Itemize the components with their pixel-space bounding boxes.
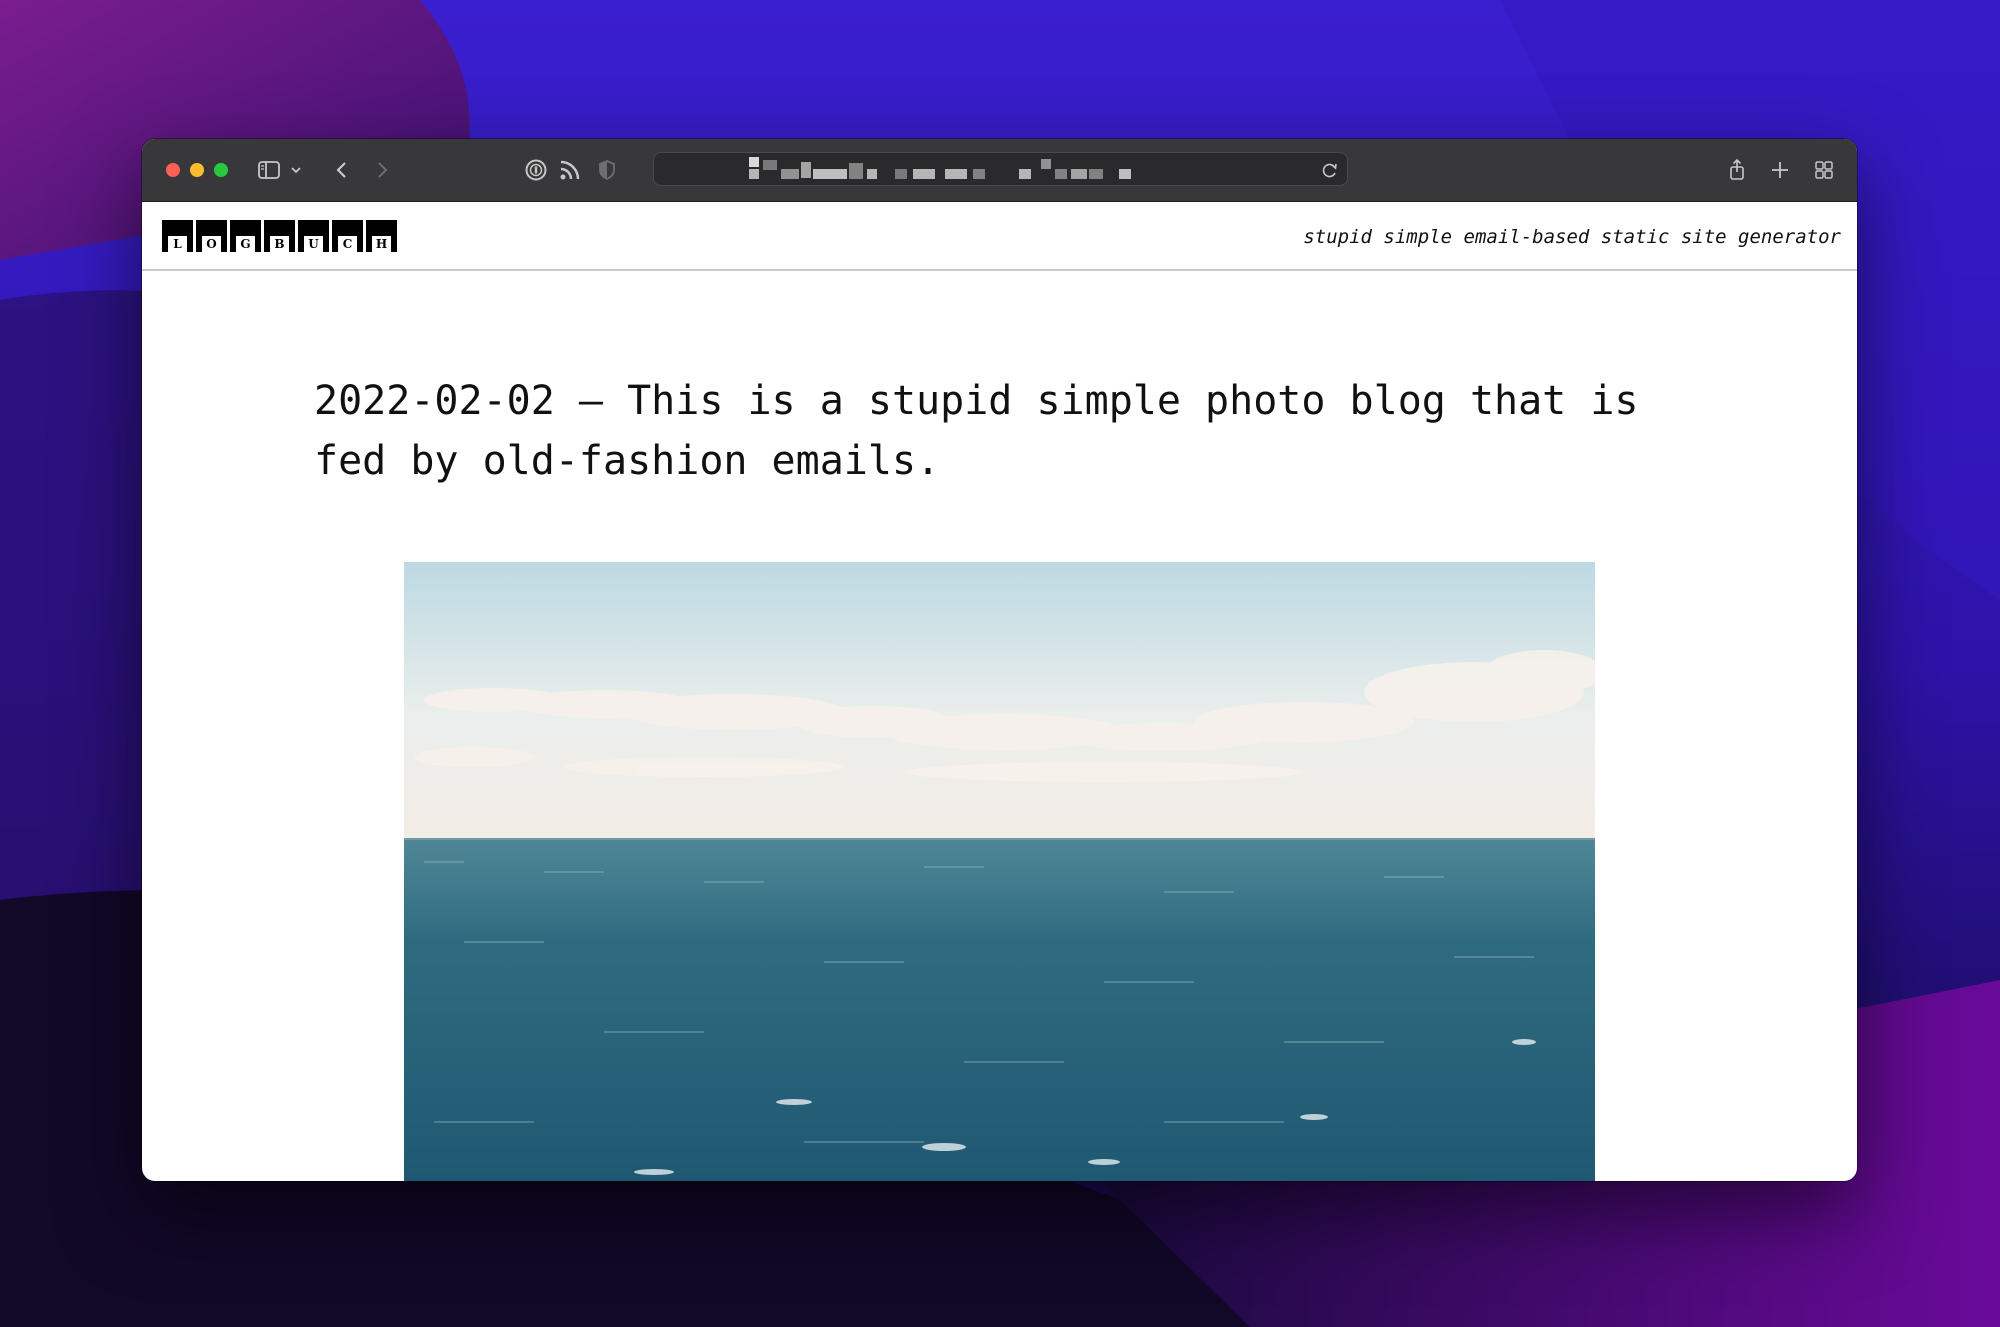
back-icon[interactable] xyxy=(328,156,356,184)
redacted-url xyxy=(749,153,1189,187)
rss-icon[interactable] xyxy=(556,156,584,184)
site-tagline: stupid simple email-based static site ge… xyxy=(1303,226,1841,248)
shield-icon[interactable] xyxy=(593,156,621,184)
logo-block: L xyxy=(162,220,193,252)
post-photo xyxy=(404,562,1595,1181)
post-title: 2022-02-02 – This is a stupid simple pho… xyxy=(314,378,1639,484)
browser-toolbar xyxy=(142,139,1857,202)
logo-block: O xyxy=(196,220,227,252)
site-logo[interactable]: L O G B U C H xyxy=(162,220,397,252)
chevron-down-icon[interactable] xyxy=(282,156,310,184)
logo-block: U xyxy=(298,220,329,252)
browser-window: L O G B U C H stupid simple email-based … xyxy=(142,139,1857,1181)
logo-block: B xyxy=(264,220,295,252)
share-icon[interactable] xyxy=(1723,156,1751,184)
logo-block: C xyxy=(332,220,363,252)
zoom-button[interactable] xyxy=(214,163,228,177)
reload-icon[interactable] xyxy=(1316,156,1344,184)
close-button[interactable] xyxy=(166,163,180,177)
logo-block: G xyxy=(230,220,261,252)
password-icon[interactable] xyxy=(522,156,550,184)
minimize-button[interactable] xyxy=(190,163,204,177)
address-bar[interactable] xyxy=(653,152,1348,186)
site-header: L O G B U C H stupid simple email-based … xyxy=(142,202,1857,271)
forward-icon[interactable] xyxy=(368,156,396,184)
logo-block: H xyxy=(366,220,397,252)
sidebar-icon[interactable] xyxy=(256,156,284,184)
tab-overview-icon[interactable] xyxy=(1810,156,1838,184)
new-tab-icon[interactable] xyxy=(1766,156,1794,184)
